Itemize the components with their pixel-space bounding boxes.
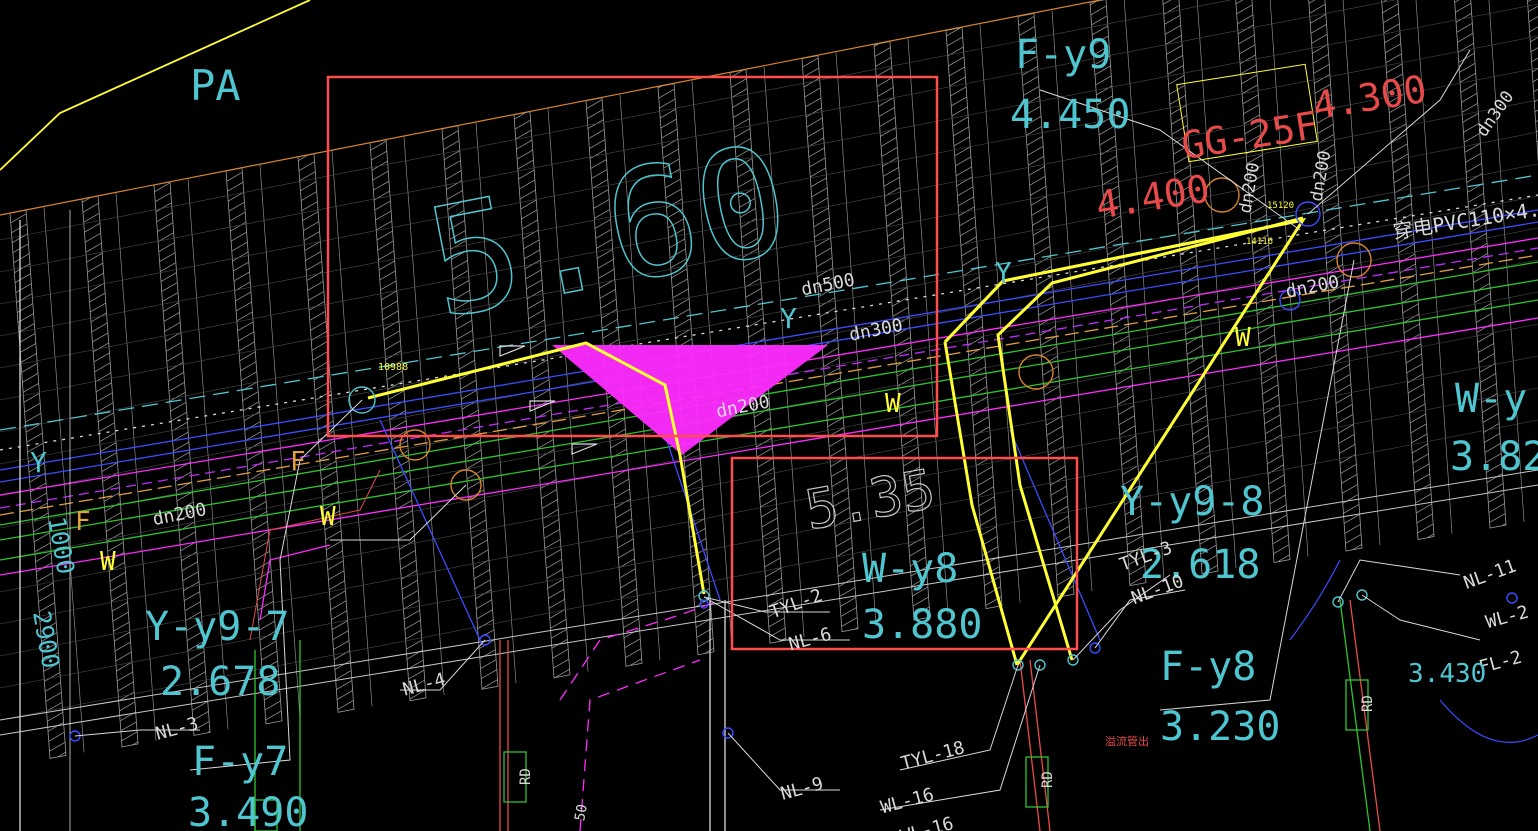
label-elev-4450: 4.450 <box>1010 92 1130 138</box>
tag-14116: 14116 <box>1246 237 1273 247</box>
hatched-strip <box>945 27 1003 610</box>
rd-boxes <box>254 679 1369 831</box>
line-code-f-b: F <box>75 507 91 537</box>
label-elev-3230: 3.230 <box>1160 704 1280 750</box>
tag-10988: 10988 <box>378 362 408 373</box>
label-elev-382: 3.82 <box>1450 434 1538 480</box>
line-code-f-a: F <box>290 447 306 477</box>
label-elev-3430: 3.430 <box>1408 659 1486 689</box>
label-nl-6: NL-6 <box>786 624 833 656</box>
label-f-y8: F-y8 <box>1160 644 1256 690</box>
label-50: 50 <box>572 803 591 822</box>
line-code-w-b: W <box>320 502 336 532</box>
line-code-w-a: W <box>885 389 901 419</box>
label-wl-16: WL-16 <box>878 784 936 818</box>
line-code-y-c: Y <box>30 446 47 479</box>
label-y-y9-7: Y-y9-7 <box>145 604 290 650</box>
label-nl-11: NL-11 <box>1461 556 1519 594</box>
label-small-red-note: 溢流管出 <box>1105 734 1149 748</box>
label-elev-3490: 3.490 <box>188 790 308 831</box>
label-f-y7: F-y7 <box>192 739 288 785</box>
line-code-w-d: W <box>1235 323 1251 353</box>
downpipe-12 <box>1506 592 1518 604</box>
label-elev-3880: 3.880 <box>862 602 982 648</box>
line-code-w-c: W <box>100 547 116 577</box>
label-elev-2678: 2.678 <box>160 659 280 705</box>
hatched-strip <box>369 139 427 702</box>
label-dn300-b: dn300 <box>1473 87 1519 140</box>
label-w-y8: W-y8 <box>862 546 958 592</box>
label-wl-2: WL-2 <box>1484 602 1531 634</box>
tag-15120: 15120 <box>1267 201 1294 211</box>
hatched-strip <box>297 153 355 713</box>
label-rd-b: RD <box>1040 771 1056 788</box>
label-tyl-18: TYL-18 <box>899 737 967 774</box>
label-y-y9-8: Y-y9-8 <box>1120 479 1265 525</box>
label-pa: PA <box>190 61 241 110</box>
pipe-red-vertical-3 <box>1019 659 1041 831</box>
pipe-magenta-dashed-lower-2 <box>579 659 701 831</box>
label-nl-9: NL-9 <box>778 773 825 805</box>
label-rd-a: RD <box>518 768 534 785</box>
label-rd-c: RD <box>1360 695 1376 712</box>
label-w-y-right: W-y <box>1455 376 1527 422</box>
line-code-y-a: Y <box>780 302 797 335</box>
label-f-y9: F-y9 <box>1015 32 1111 78</box>
label-2900: 2900 <box>27 609 65 671</box>
label-wl-16-b: WL-16 <box>898 813 956 831</box>
property-line <box>0 0 311 171</box>
cad-drawing-canvas[interactable]: PA 5.60 5.35 F-y9 4.450 GG-25F 4.300 4.4… <box>0 0 1538 831</box>
hatched-strip <box>9 209 67 759</box>
elevation-big: 5.60 <box>414 113 802 353</box>
label-pvc-note: 穿电PVC110×4.塑 <box>1391 194 1538 244</box>
line-code-y-b: Y <box>995 256 1012 289</box>
